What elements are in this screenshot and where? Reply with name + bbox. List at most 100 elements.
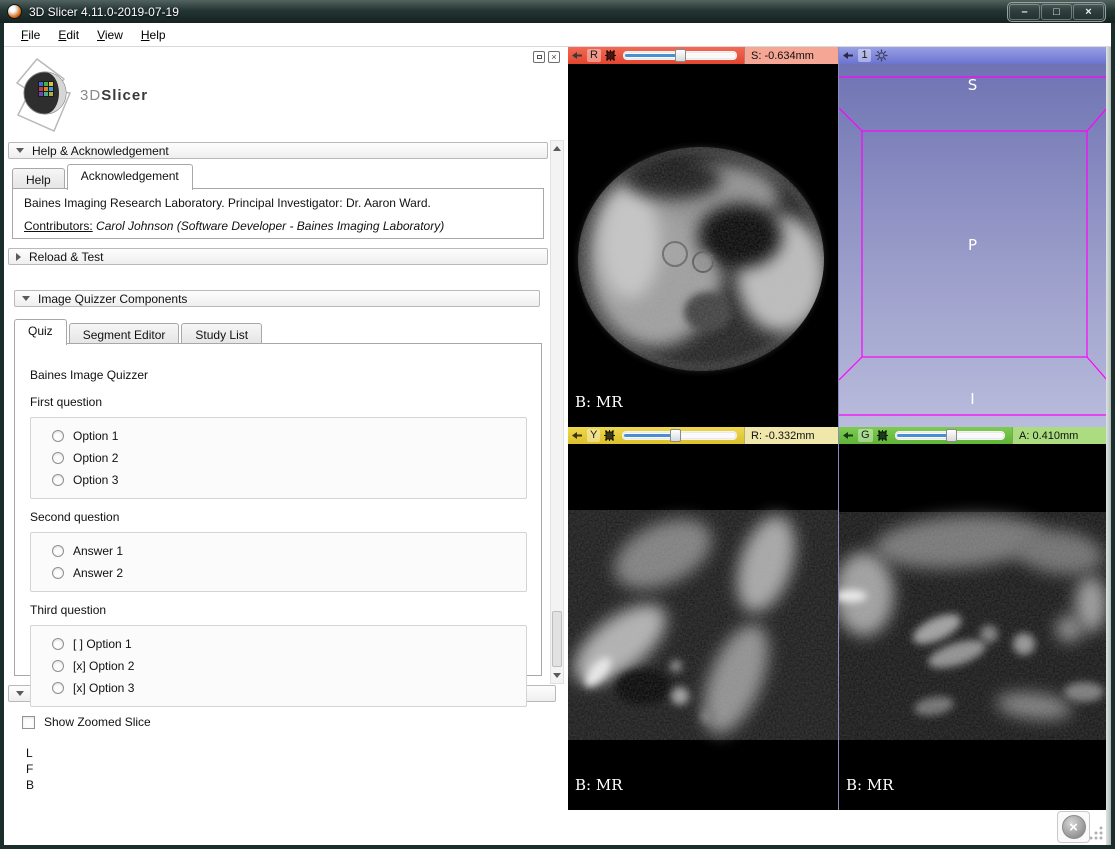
slider-handle[interactable] — [675, 49, 686, 62]
menu-edit[interactable]: Edit — [49, 24, 88, 46]
scroll-down-icon[interactable] — [551, 669, 563, 682]
question-label: First question — [30, 395, 527, 409]
popup-close-button[interactable]: × — [1057, 811, 1090, 843]
slice-menu-icon[interactable] — [877, 430, 888, 441]
view-label-chip: G — [858, 429, 873, 442]
option-row: Answer 2 — [52, 562, 526, 584]
yellow-slice-controller: Y R: -0.332mm — [568, 427, 838, 444]
view-label-chip: Y — [587, 429, 600, 442]
volume-label: B: MR — [575, 776, 623, 794]
quizzer-tabbar: Quiz Segment Editor Study List — [14, 319, 264, 344]
option-row: Answer 1 — [52, 540, 526, 562]
orientation-label-posterior: P — [839, 236, 1106, 254]
section-image-quizzer[interactable]: Image Quizzer Components — [14, 290, 540, 307]
maximize-button[interactable]: □ — [1041, 4, 1072, 20]
yellow-slice-view: Y R: -0.332mm — [568, 427, 838, 810]
question-option-group: [ ] Option 1 [x] Option 2 [x] Option 3 — [30, 625, 527, 707]
slice-offset-value: R: -0.332mm — [744, 427, 838, 444]
green-slice-controller: G A: 0.410mm — [839, 427, 1106, 444]
module-panel-scrollbar[interactable] — [550, 140, 564, 684]
view-label-chip: R — [587, 49, 601, 62]
resize-grip[interactable] — [1088, 825, 1104, 841]
threed-controller: 1 — [839, 47, 1106, 64]
window-controls: – □ × — [1007, 2, 1106, 22]
red-slice-image[interactable]: B: MR — [568, 64, 838, 427]
green-slice-image[interactable]: B: MR — [839, 444, 1106, 810]
slicer-logo-graphic — [12, 57, 78, 133]
contributors-label: Contributors: — [24, 219, 93, 233]
radio-button[interactable] — [52, 567, 64, 579]
section-help-acknowledgement[interactable]: Help & Acknowledgement — [8, 142, 548, 159]
quiz-title: Baines Image Quizzer — [30, 368, 527, 382]
volume-label: B: MR — [846, 776, 894, 794]
collapse-arrow-icon — [22, 296, 30, 301]
menu-bar: File Edit View Help — [4, 23, 1111, 47]
close-button[interactable]: × — [1073, 4, 1104, 20]
collapse-arrow-icon — [16, 148, 24, 153]
tab-acknowledgement[interactable]: Acknowledgement — [67, 164, 193, 190]
orientation-label-inferior: I — [839, 390, 1106, 408]
slice-offset-value: S: -0.634mm — [744, 47, 838, 64]
pin-icon[interactable] — [571, 50, 583, 61]
radio-button[interactable] — [52, 545, 64, 557]
window-title: 3D Slicer 4.11.0-2019-07-19 — [29, 5, 179, 19]
title-bar[interactable]: 3D Slicer 4.11.0-2019-07-19 – □ × — [0, 0, 1115, 23]
option-row: [ ] Option 1 — [52, 633, 526, 655]
data-probe-readout: L F B — [26, 745, 34, 793]
module-panel: × 3DSlicer — [4, 47, 568, 845]
minimize-button[interactable]: – — [1009, 4, 1040, 20]
scroll-up-icon[interactable] — [551, 142, 563, 155]
red-slice-controller: R S: -0.634mm — [568, 47, 838, 64]
question-label: Second question — [30, 510, 527, 524]
radio-button[interactable] — [52, 452, 64, 464]
green-slice-view: G A: 0.410mm — [838, 427, 1106, 810]
pin-icon[interactable] — [842, 430, 854, 441]
red-slice-view: R S: -0.634mm — [568, 47, 838, 427]
question-option-group: Option 1 Option 2 Option 3 — [30, 417, 527, 499]
crosshair-icon[interactable] — [875, 49, 888, 62]
help-tabbar: Help Acknowledgement — [12, 164, 195, 189]
logo-wordmark: 3DSlicer — [80, 87, 148, 104]
close-icon: × — [1062, 815, 1086, 839]
slice-offset-slider[interactable] — [622, 430, 737, 441]
footer-strip: × — [568, 810, 1106, 845]
slice-offset-slider[interactable] — [623, 50, 737, 61]
slider-handle[interactable] — [670, 429, 681, 442]
radio-button[interactable] — [52, 474, 64, 486]
radio-button[interactable] — [52, 430, 64, 442]
show-zoomed-slice-checkbox[interactable] — [22, 716, 35, 729]
contributors-text: Carol Johnson (Software Developer - Bain… — [93, 219, 445, 233]
pin-icon[interactable] — [571, 430, 583, 441]
tab-quiz[interactable]: Quiz — [14, 319, 67, 345]
scrollbar-thumb[interactable] — [552, 611, 562, 667]
viewport-grid: R S: -0.634mm — [568, 47, 1106, 810]
radio-button[interactable] — [52, 638, 64, 650]
quiz-content: Baines Image Quizzer First question Opti… — [14, 343, 542, 676]
app-icon — [7, 4, 22, 19]
pin-icon[interactable] — [842, 50, 854, 61]
slider-handle[interactable] — [946, 429, 957, 442]
slice-offset-slider[interactable] — [895, 430, 1005, 441]
option-row: [x] Option 2 — [52, 655, 526, 677]
menu-file[interactable]: File — [12, 24, 49, 46]
close-panel-icon[interactable]: × — [548, 51, 560, 63]
slice-offset-value: A: 0.410mm — [1012, 427, 1106, 444]
radio-button[interactable] — [52, 660, 64, 672]
menu-help[interactable]: Help — [132, 24, 175, 46]
view-label-chip: 1 — [858, 49, 871, 62]
window-frame-edge — [1106, 47, 1111, 845]
undock-panel-icon[interactable] — [533, 51, 545, 63]
option-row: [x] Option 3 — [52, 677, 526, 699]
slice-menu-icon[interactable] — [604, 430, 615, 441]
slice-menu-icon[interactable] — [605, 50, 616, 61]
option-row: Option 1 — [52, 425, 526, 447]
show-zoomed-slice-row: Show Zoomed Slice — [22, 715, 151, 729]
question-label: Third question — [30, 603, 527, 617]
threed-view: 1 S — [838, 47, 1106, 427]
menu-view[interactable]: View — [88, 24, 132, 46]
threed-render-view[interactable]: S P I — [839, 64, 1106, 427]
section-reload-test[interactable]: Reload & Test — [8, 248, 548, 265]
volume-label: B: MR — [575, 393, 623, 411]
radio-button[interactable] — [52, 682, 64, 694]
yellow-slice-image[interactable]: B: MR — [568, 444, 838, 810]
